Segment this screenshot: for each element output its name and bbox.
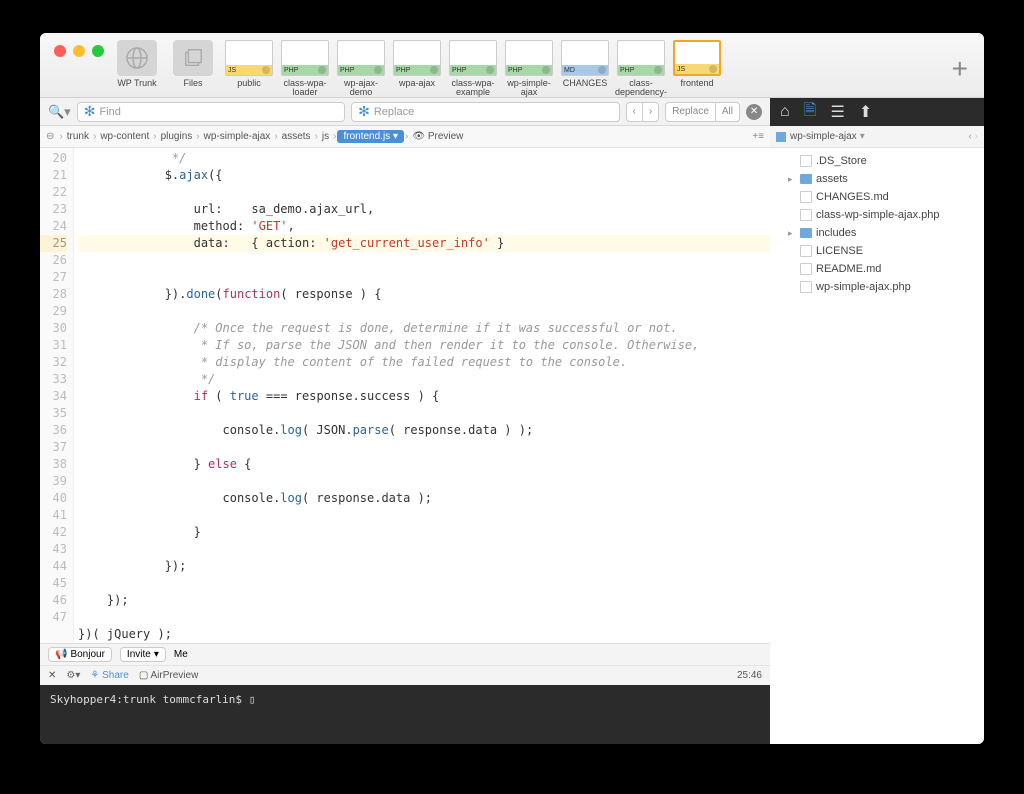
file-icon bbox=[800, 191, 812, 203]
file-icon bbox=[800, 209, 812, 221]
tab-wpa-ajax[interactable]: PHPwpa-ajax bbox=[392, 40, 442, 97]
find-input[interactable]: ✻Find bbox=[77, 102, 345, 122]
app-body: 🔍▾ ✻Find ✻Replace ‹› ReplaceAll ✕ ⊖ ›tru… bbox=[40, 98, 984, 744]
file-icon bbox=[800, 155, 812, 167]
file-tree: .DS_Store ▸assets CHANGES.md class-wp-si… bbox=[770, 148, 984, 744]
file-item[interactable]: wp-simple-ajax.php bbox=[770, 278, 984, 296]
folder-icon bbox=[776, 132, 786, 142]
titlebar: WP Trunk Files JSpublic PHPclass-wpa-loa… bbox=[40, 33, 984, 98]
file-icon bbox=[800, 263, 812, 275]
line-gutter: 2021222324252627282930313233343536373839… bbox=[40, 148, 74, 643]
tab-class-wpa-example[interactable]: PHPclass-wpa-example bbox=[448, 40, 498, 97]
files-icon bbox=[173, 40, 213, 76]
minimize-button[interactable] bbox=[73, 45, 85, 57]
share-button[interactable]: ⚘ Share bbox=[90, 670, 128, 681]
globe-icon bbox=[117, 40, 157, 76]
file-icon bbox=[800, 245, 812, 257]
find-nav: ‹› bbox=[626, 102, 660, 122]
tab-label: wpa-ajax bbox=[399, 79, 435, 97]
folder-icon bbox=[800, 228, 812, 238]
crumb-seg[interactable]: assets bbox=[279, 131, 314, 142]
tab-label: wp-simple-ajax bbox=[504, 79, 554, 97]
tab-label: WP Trunk bbox=[117, 79, 156, 97]
crumb-seg[interactable]: trunk bbox=[64, 131, 92, 142]
tab-label: Files bbox=[183, 79, 202, 97]
tab-class-dependency[interactable]: PHPclass-dependency- bbox=[616, 40, 666, 97]
share-time: 25:46 bbox=[737, 670, 762, 681]
tab-changes[interactable]: MDCHANGES bbox=[560, 40, 610, 97]
nav-back-button[interactable]: ‹ bbox=[969, 131, 972, 142]
prev-match-button[interactable]: ‹ bbox=[626, 102, 642, 122]
crumb-preview[interactable]: 👁 Preview bbox=[409, 131, 466, 142]
app-window: WP Trunk Files JSpublic PHPclass-wpa-loa… bbox=[40, 33, 984, 744]
collab-bar: 📢 Bonjour Invite ▾ Me bbox=[40, 643, 770, 665]
upload-icon[interactable]: ⬆ bbox=[859, 102, 872, 122]
close-share-button[interactable]: ✕ bbox=[48, 670, 56, 681]
replace-button[interactable]: Replace bbox=[665, 102, 715, 122]
close-find-button[interactable]: ✕ bbox=[746, 104, 762, 120]
crumb-seg[interactable]: js bbox=[319, 131, 332, 142]
folder-item[interactable]: ▸assets bbox=[770, 170, 984, 188]
replace-input[interactable]: ✻Replace bbox=[351, 102, 619, 122]
file-item[interactable]: README.md bbox=[770, 260, 984, 278]
airpreview-button[interactable]: ▢ AirPreview bbox=[139, 670, 198, 681]
tab-label: frontend bbox=[680, 79, 713, 97]
tab-strip: WP Trunk Files JSpublic PHPclass-wpa-loa… bbox=[112, 40, 952, 97]
breadcrumb: ⊖ ›trunk ›wp-content ›plugins ›wp-simple… bbox=[40, 126, 770, 148]
file-icon bbox=[800, 281, 812, 293]
regex-icon: ✻ bbox=[358, 103, 370, 120]
folder-item[interactable]: ▸includes bbox=[770, 224, 984, 242]
split-button[interactable]: +≡ bbox=[752, 131, 764, 142]
replace-buttons: ReplaceAll bbox=[665, 102, 740, 122]
tab-wp-ajax-demo[interactable]: PHPwp-ajax-demo bbox=[336, 40, 386, 97]
folder-icon bbox=[800, 174, 812, 184]
invite-button[interactable]: Invite ▾ bbox=[120, 647, 166, 662]
tab-label: class-wpa-loader bbox=[280, 79, 330, 97]
window-controls bbox=[50, 40, 112, 57]
regex-icon: ✻ bbox=[84, 103, 96, 120]
home-icon[interactable]: ⌂ bbox=[780, 103, 790, 121]
file-browser: ⌂ 🗎 ☰ ⬆ wp-simple-ajax▾ ‹ › .DS_Store ▸a… bbox=[770, 98, 984, 744]
file-item[interactable]: class-wp-simple-ajax.php bbox=[770, 206, 984, 224]
tab-files[interactable]: Files bbox=[168, 40, 218, 97]
file-item[interactable]: LICENSE bbox=[770, 242, 984, 260]
tab-wp-trunk[interactable]: WP Trunk bbox=[112, 40, 162, 97]
bonjour-button[interactable]: 📢 Bonjour bbox=[48, 647, 112, 662]
tab-class-wpa-loader[interactable]: PHPclass-wpa-loader bbox=[280, 40, 330, 97]
zoom-button[interactable] bbox=[92, 45, 104, 57]
close-button[interactable] bbox=[54, 45, 66, 57]
crumb-seg[interactable]: wp-content bbox=[97, 131, 152, 142]
file-item[interactable]: .DS_Store bbox=[770, 152, 984, 170]
crumb-seg[interactable]: plugins bbox=[158, 131, 196, 142]
browser-header[interactable]: wp-simple-ajax▾ ‹ › bbox=[770, 126, 984, 148]
next-match-button[interactable]: › bbox=[642, 102, 659, 122]
code-content[interactable]: */ $.ajax({ url: sa_demo.ajax_url, metho… bbox=[74, 148, 770, 643]
new-tab-button[interactable]: + bbox=[952, 53, 968, 85]
nav-fwd-button[interactable]: › bbox=[975, 131, 978, 142]
me-indicator: Me bbox=[174, 649, 188, 660]
files-icon[interactable]: 🗎 bbox=[804, 99, 817, 126]
tab-label: public bbox=[237, 79, 261, 97]
code-editor[interactable]: 2021222324252627282930313233343536373839… bbox=[40, 148, 770, 643]
share-bar: ✕ ⚙▾ ⚘ Share ▢ AirPreview 25:46 bbox=[40, 665, 770, 685]
find-bar: 🔍▾ ✻Find ✻Replace ‹› ReplaceAll ✕ bbox=[40, 98, 770, 126]
tab-wp-simple-ajax[interactable]: PHPwp-simple-ajax bbox=[504, 40, 554, 97]
search-icon[interactable]: 🔍▾ bbox=[48, 104, 71, 120]
tab-public[interactable]: JSpublic bbox=[224, 40, 274, 97]
tab-frontend[interactable]: JSfrontend bbox=[672, 40, 722, 97]
tab-label: wp-ajax-demo bbox=[336, 79, 386, 97]
gear-icon[interactable]: ⚙▾ bbox=[66, 670, 80, 681]
replace-all-button[interactable]: All bbox=[715, 102, 740, 122]
editor-pane: 🔍▾ ✻Find ✻Replace ‹› ReplaceAll ✕ ⊖ ›tru… bbox=[40, 98, 770, 744]
crumb-seg[interactable]: wp-simple-ajax bbox=[201, 131, 274, 142]
file-item[interactable]: CHANGES.md bbox=[770, 188, 984, 206]
terminal[interactable]: Skyhopper4:trunk tommcfarlin$ ▯ bbox=[40, 685, 770, 744]
tab-label: class-wpa-example bbox=[448, 79, 498, 97]
crumb-current[interactable]: frontend.js ▾ bbox=[337, 130, 404, 143]
list-icon[interactable]: ☰ bbox=[831, 102, 845, 122]
toggle-icon[interactable]: ⊖ bbox=[46, 131, 54, 142]
sidebar-toolbar: ⌂ 🗎 ☰ ⬆ bbox=[770, 98, 984, 126]
tab-label: class-dependency- bbox=[615, 79, 667, 97]
tab-label: CHANGES bbox=[563, 79, 608, 97]
